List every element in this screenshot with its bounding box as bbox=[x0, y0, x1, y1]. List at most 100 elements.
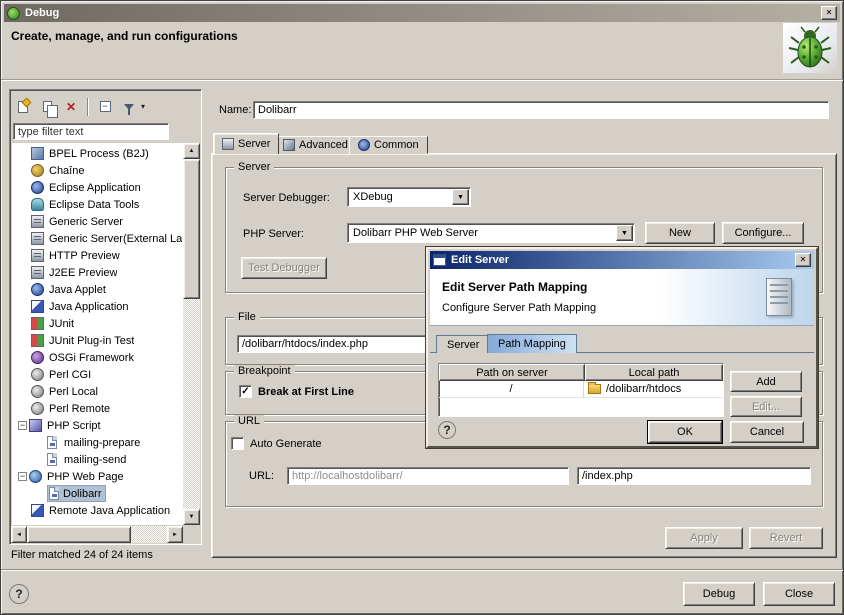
data-tools-icon bbox=[31, 198, 44, 211]
dialog-help-button[interactable]: ? bbox=[438, 421, 456, 439]
auto-generate-checkbox[interactable] bbox=[231, 437, 244, 450]
edit-server-header-subtitle: Configure Server Path Mapping bbox=[442, 302, 596, 314]
filter-input[interactable] bbox=[13, 123, 169, 140]
cancel-button[interactable]: Cancel bbox=[730, 421, 804, 443]
break-first-line-checkbox[interactable]: ✓ bbox=[239, 385, 252, 398]
eclipse-application-icon bbox=[31, 181, 44, 194]
scroll-right-icon[interactable]: ► bbox=[167, 526, 183, 543]
add-mapping-button[interactable]: Add bbox=[730, 371, 802, 392]
php-server-select[interactable]: Dolibarr PHP Web Server ▼ bbox=[347, 223, 635, 243]
table-row[interactable]: / /dolibarr/htdocs bbox=[439, 381, 723, 398]
scroll-left-icon[interactable]: ◄ bbox=[11, 526, 27, 543]
filter-button[interactable] bbox=[119, 97, 139, 117]
tree-item-junit[interactable]: JUnit bbox=[12, 315, 184, 332]
tree-item-php-web-page[interactable]: −PHP Web Page bbox=[12, 468, 184, 485]
collapse-all-button[interactable]: − bbox=[95, 97, 115, 117]
scrollbar-corner bbox=[183, 526, 200, 543]
tree-item-mailing-prepare[interactable]: mailing-prepare bbox=[12, 434, 184, 451]
tree-item-bpel-process[interactable]: BPEL Process (B2J) bbox=[12, 145, 184, 162]
filter-status-text: Filter matched 24 of 24 items bbox=[11, 549, 153, 561]
new-server-button[interactable]: New bbox=[645, 222, 715, 244]
help-button[interactable]: ? bbox=[9, 584, 29, 604]
auto-generate-label: Auto Generate bbox=[250, 438, 322, 450]
server-debugger-select[interactable]: XDebug ▼ bbox=[347, 187, 471, 207]
window-close-button[interactable]: ✕ bbox=[821, 6, 837, 20]
tree-item-generic-server-external[interactable]: Generic Server(External La bbox=[12, 230, 184, 247]
tree-vertical-scrollbar[interactable]: ▲ ▼ bbox=[183, 143, 200, 525]
tree-item-perl-remote[interactable]: Perl Remote bbox=[12, 400, 184, 417]
duplicate-icon bbox=[43, 101, 52, 112]
name-input[interactable] bbox=[253, 101, 829, 119]
tree-item-http-preview[interactable]: HTTP Preview bbox=[12, 247, 184, 264]
edit-server-header: Edit Server Path Mapping Configure Serve… bbox=[430, 269, 814, 326]
dialog-tab-path-mapping[interactable]: Path Mapping bbox=[487, 334, 577, 353]
breakpoint-group-title: Breakpoint bbox=[234, 365, 295, 377]
tree-item-java-applet[interactable]: Java Applet bbox=[12, 281, 184, 298]
edit-server-window-icon bbox=[433, 254, 446, 266]
tree-item-generic-server[interactable]: Generic Server bbox=[12, 213, 184, 230]
revert-button[interactable]: Revert bbox=[749, 527, 823, 549]
footer-separator bbox=[1, 569, 843, 571]
close-button[interactable]: Close bbox=[763, 582, 835, 606]
expander-icon[interactable]: − bbox=[18, 472, 27, 481]
bpel-process-icon bbox=[31, 147, 44, 160]
edit-server-close-button[interactable]: ✕ bbox=[795, 253, 811, 267]
perl-remote-icon bbox=[31, 402, 44, 415]
toolbar-separator bbox=[87, 98, 89, 116]
tree-item-osgi-framework[interactable]: OSGi Framework bbox=[12, 349, 184, 366]
tree-item-junit-plugin-test[interactable]: JUnit Plug-in Test bbox=[12, 332, 184, 349]
perl-cgi-icon bbox=[31, 368, 44, 381]
tree-item-j2ee-preview[interactable]: J2EE Preview bbox=[12, 264, 184, 281]
delete-configuration-button[interactable]: ✕ bbox=[61, 97, 81, 117]
tree-item-php-script[interactable]: −PHP Script bbox=[12, 417, 184, 434]
bug-image-box bbox=[783, 23, 837, 73]
tree-item-dolibarr[interactable]: Dolibarr bbox=[12, 485, 184, 502]
column-local-path[interactable]: Local path bbox=[585, 364, 723, 381]
collapse-all-icon: − bbox=[100, 101, 111, 112]
ok-button[interactable]: OK bbox=[648, 421, 722, 443]
tree-item-eclipse-data-tools[interactable]: Eclipse Data Tools bbox=[12, 196, 184, 213]
chevron-down-icon[interactable]: ▼ bbox=[616, 225, 633, 241]
scroll-down-icon[interactable]: ▼ bbox=[183, 509, 200, 525]
expander-icon[interactable]: − bbox=[18, 421, 27, 430]
tree-horizontal-scrollbar[interactable]: ◄ ► bbox=[11, 526, 183, 543]
tree-item-mailing-send[interactable]: mailing-send bbox=[12, 451, 184, 468]
scroll-up-icon[interactable]: ▲ bbox=[183, 143, 200, 159]
duplicate-configuration-button[interactable] bbox=[37, 97, 57, 117]
debug-configurations-window: Debug ✕ Create, manage, and run configur… bbox=[0, 0, 844, 615]
configure-server-button[interactable]: Configure... bbox=[722, 222, 804, 244]
apply-button[interactable]: Apply bbox=[665, 527, 743, 549]
tree-item-remote-java-application[interactable]: Remote Java Application bbox=[12, 502, 184, 519]
new-configuration-button[interactable] bbox=[13, 97, 33, 117]
column-path-on-server[interactable]: Path on server bbox=[439, 364, 585, 381]
tree-item-chaine[interactable]: Chaîne bbox=[12, 162, 184, 179]
server-debugger-label: Server Debugger: bbox=[243, 192, 330, 204]
selected-row-highlight: Dolibarr bbox=[47, 485, 106, 502]
php-server-label: PHP Server: bbox=[243, 228, 304, 240]
filter-menu-arrow-icon[interactable]: ▾ bbox=[141, 102, 145, 111]
php-file-icon bbox=[49, 487, 59, 500]
tab-advanced[interactable]: Advanced bbox=[274, 136, 357, 154]
tree-item-perl-cgi[interactable]: Perl CGI bbox=[12, 366, 184, 383]
window-title: Debug bbox=[25, 7, 821, 19]
edit-mapping-button[interactable]: Edit... bbox=[730, 396, 802, 417]
horizontal-scroll-thumb[interactable] bbox=[27, 526, 131, 543]
sidebar-toolbar: ✕ − ▾ bbox=[13, 93, 198, 120]
file-group-title: File bbox=[234, 311, 260, 323]
edit-server-title: Edit Server bbox=[451, 254, 795, 266]
test-debugger-button[interactable]: Test Debugger bbox=[241, 257, 327, 279]
dialog-tab-server[interactable]: Server bbox=[436, 335, 490, 353]
debug-button[interactable]: Debug bbox=[683, 582, 755, 606]
tree-item-perl-local[interactable]: Perl Local bbox=[12, 383, 184, 400]
url-base-input[interactable] bbox=[287, 467, 569, 485]
php-file-icon bbox=[47, 436, 57, 449]
tab-server[interactable]: Server bbox=[213, 133, 279, 154]
tree-item-eclipse-application[interactable]: Eclipse Application bbox=[12, 179, 184, 196]
tab-common[interactable]: Common bbox=[349, 136, 428, 154]
url-path-input[interactable] bbox=[577, 467, 811, 485]
vertical-scroll-thumb[interactable] bbox=[183, 159, 200, 299]
chevron-down-icon[interactable]: ▼ bbox=[452, 189, 469, 205]
common-tab-icon bbox=[358, 139, 370, 151]
j2ee-preview-icon bbox=[31, 266, 44, 279]
tree-item-java-application[interactable]: Java Application bbox=[12, 298, 184, 315]
